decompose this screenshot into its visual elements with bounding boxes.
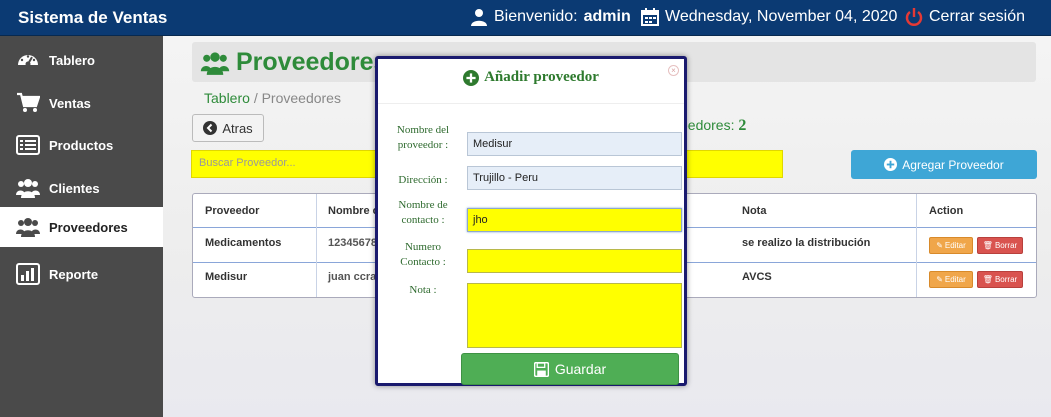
cell-proveedor: Medicamentos bbox=[205, 237, 282, 249]
save-button[interactable]: Guardar bbox=[461, 353, 679, 385]
arrow-left-circle-icon bbox=[203, 121, 218, 135]
edit-button[interactable]: ✎ Editar bbox=[929, 271, 973, 288]
user-icon bbox=[471, 9, 487, 26]
plus-circle-icon bbox=[463, 69, 480, 86]
breadcrumb-current: Proveedores bbox=[261, 90, 341, 106]
sidebar-item-tablero[interactable]: Tablero bbox=[0, 40, 163, 80]
supplier-count: eedores: 2 bbox=[680, 117, 746, 135]
sidebar-item-clientes[interactable]: Clientes bbox=[0, 168, 163, 208]
app-title[interactable]: Sistema de Ventas bbox=[18, 8, 167, 28]
supplier-name-label: Nombre del proveedor : bbox=[396, 124, 450, 151]
logout-link[interactable]: Cerrar sesión bbox=[905, 8, 1025, 26]
breadcrumb-separator: / bbox=[253, 90, 258, 106]
trash-icon: 🗑 bbox=[982, 241, 993, 250]
breadcrumb: Tablero / Proveedores bbox=[204, 90, 341, 106]
top-navbar: Sistema de Ventas Bienvenido: admin Wedn… bbox=[0, 0, 1051, 36]
username: admin bbox=[583, 8, 631, 25]
note-label: Nota : bbox=[409, 284, 437, 296]
delete-label: Borrar bbox=[994, 241, 1018, 250]
plus-circle-icon bbox=[884, 158, 898, 171]
column-header[interactable]: Nombre c bbox=[328, 205, 379, 217]
save-label: Guardar bbox=[554, 361, 607, 377]
welcome-label: Bienvenido: bbox=[494, 8, 578, 25]
edit-label: Editar bbox=[944, 275, 966, 284]
cart-icon bbox=[17, 92, 40, 112]
cell-proveedor: Medisur bbox=[205, 271, 248, 283]
add-supplier-label: Agregar Proveedor bbox=[902, 157, 1004, 172]
column-divider bbox=[316, 194, 317, 297]
cell-nota: se realizo la distribución bbox=[742, 237, 871, 249]
users-icon bbox=[200, 51, 230, 75]
edit-label: Editar bbox=[944, 241, 966, 250]
sidebar-label: Reporte bbox=[49, 266, 99, 282]
floppy-disk-icon bbox=[533, 361, 549, 377]
contact-name-label: Nombre de contacto : bbox=[398, 199, 448, 226]
edit-icon: ✎ bbox=[936, 241, 943, 250]
breadcrumb-root[interactable]: Tablero bbox=[204, 90, 250, 106]
logout-label: Cerrar sesión bbox=[929, 8, 1026, 25]
cell-nota: AVCS bbox=[742, 271, 772, 283]
sidebar-label: Ventas bbox=[49, 95, 91, 111]
page-title: Proveedores bbox=[200, 48, 387, 77]
cell-nombre: juan ccra bbox=[328, 271, 377, 283]
calendar-icon bbox=[641, 8, 659, 26]
users-icon bbox=[16, 179, 40, 198]
edit-icon: ✎ bbox=[936, 275, 943, 284]
trash-icon: 🗑 bbox=[982, 275, 993, 284]
sidebar-item-productos[interactable]: Productos bbox=[0, 125, 163, 165]
column-divider bbox=[916, 194, 917, 297]
column-header[interactable]: Action bbox=[929, 205, 963, 217]
power-icon bbox=[905, 8, 923, 26]
count-value: 2 bbox=[738, 117, 747, 134]
sidebar-item-ventas[interactable]: Ventas bbox=[0, 83, 163, 123]
contact-name-field[interactable]: jho bbox=[467, 208, 682, 232]
edit-button[interactable]: ✎ Editar bbox=[929, 237, 973, 254]
count-label: eedores: bbox=[680, 117, 735, 133]
bar-chart-icon bbox=[16, 263, 40, 285]
contact-number-label: Numero Contacto : bbox=[400, 241, 446, 268]
delete-label: Borrar bbox=[994, 275, 1018, 284]
sidebar: Tablero Ventas Productos Clientes Provee… bbox=[0, 36, 163, 417]
users-icon bbox=[16, 218, 40, 237]
address-field[interactable]: Trujillo - Peru bbox=[467, 166, 682, 190]
delete-button[interactable]: 🗑 Borrar bbox=[977, 271, 1023, 288]
sidebar-label: Tablero bbox=[49, 52, 95, 68]
supplier-name-field[interactable]: Medisur bbox=[467, 132, 682, 156]
column-header[interactable]: Nota bbox=[742, 205, 766, 217]
cell-nombre: 12345678 bbox=[328, 237, 377, 249]
date-text: Wednesday, November 04, 2020 bbox=[665, 8, 898, 25]
sidebar-item-reporte[interactable]: Reporte bbox=[0, 254, 163, 294]
add-supplier-modal: Añadir proveedor × Nombre del proveedor … bbox=[375, 56, 687, 386]
list-icon bbox=[16, 135, 40, 155]
welcome-user[interactable]: Bienvenido: admin bbox=[470, 8, 631, 26]
sidebar-item-proveedores[interactable]: Proveedores bbox=[0, 207, 163, 247]
modal-divider bbox=[378, 103, 684, 104]
add-supplier-button[interactable]: Agregar Proveedor bbox=[851, 150, 1037, 179]
column-header[interactable]: Proveedor bbox=[205, 205, 259, 217]
close-icon[interactable]: × bbox=[668, 65, 679, 76]
contact-number-field[interactable] bbox=[467, 249, 682, 273]
sidebar-label: Productos bbox=[49, 137, 114, 153]
note-textarea[interactable] bbox=[467, 283, 682, 348]
sidebar-label: Proveedores bbox=[49, 219, 128, 235]
sidebar-label: Clientes bbox=[49, 180, 100, 196]
modal-title: Añadir proveedor bbox=[378, 69, 684, 86]
page-title-text: Proveedores bbox=[236, 48, 388, 76]
delete-button[interactable]: 🗑 Borrar bbox=[977, 237, 1023, 254]
dashboard-icon bbox=[18, 55, 38, 67]
back-label: Atras bbox=[222, 120, 253, 136]
modal-title-text: Añadir proveedor bbox=[484, 69, 599, 85]
address-label: Dirección : bbox=[398, 174, 448, 186]
back-button[interactable]: Atras bbox=[192, 114, 264, 142]
current-date: Wednesday, November 04, 2020 bbox=[641, 8, 897, 26]
